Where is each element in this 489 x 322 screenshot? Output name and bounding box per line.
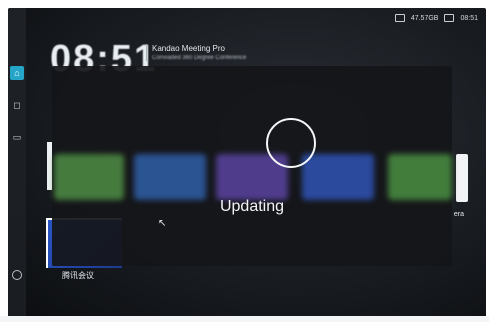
blurred-tile: [302, 154, 374, 200]
update-dialog: Updating: [52, 66, 452, 266]
mouse-pointer-icon: ↖: [158, 218, 167, 229]
settings-icon[interactable]: [12, 270, 22, 280]
storage-icon: [394, 14, 405, 22]
monitor-bezel: [0, 316, 489, 322]
blurred-tile: [54, 154, 124, 200]
status-time: 08:51: [460, 14, 478, 22]
storage-text: 47.57GB: [410, 14, 439, 22]
updating-text: Updating: [219, 198, 285, 215]
sidebar: ⌂ ◻ ▭: [8, 8, 26, 320]
meeting-app-label: 腾讯会议: [62, 271, 94, 280]
camera-icon[interactable]: ▭: [10, 130, 24, 144]
display-icon: [444, 14, 455, 22]
app-title: Kandao Meeting Pro: [152, 44, 225, 53]
blurred-tile: [134, 154, 206, 200]
bag-icon[interactable]: ◻: [10, 98, 24, 112]
loading-spinner: [266, 118, 316, 168]
blurred-tile: [388, 154, 452, 200]
home-icon[interactable]: ⌂: [10, 66, 24, 80]
right-tile[interactable]: [456, 154, 468, 202]
app-subtitle: Conviaded 360 Degree Conference: [152, 55, 247, 61]
monitor-screen: 47.57GB 08:51 ⌂ ◻ ▭ 08:51 Kandao Meeting…: [8, 8, 486, 320]
right-tile-label: era: [453, 211, 464, 218]
header-title-block: Kandao Meeting Pro Conviaded 360 Degree …: [146, 44, 246, 61]
status-bar: 47.57GB 08:51: [394, 14, 478, 22]
